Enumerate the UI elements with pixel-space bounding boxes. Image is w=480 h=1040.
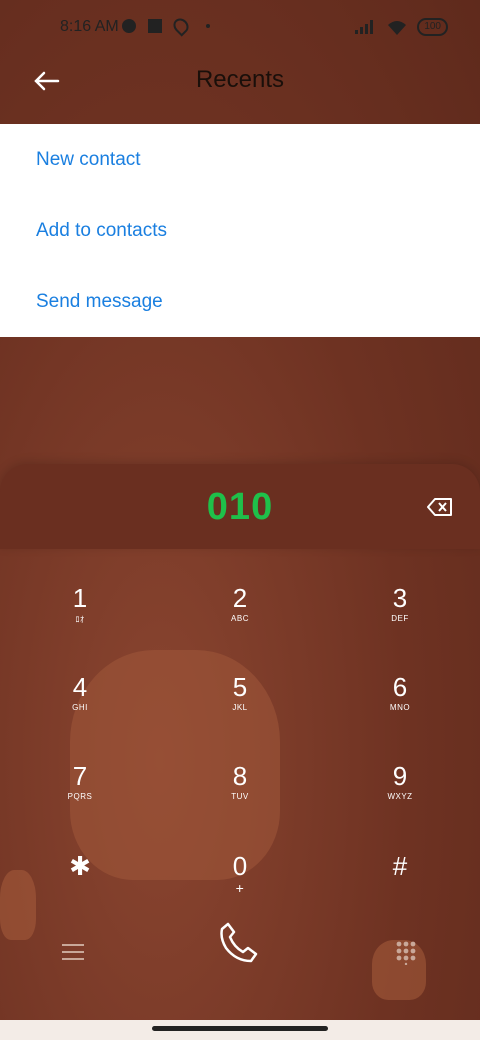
dot-icon: [206, 24, 210, 28]
key-star[interactable]: ✱: [20, 852, 140, 882]
dialpad-icon[interactable]: [396, 941, 416, 965]
page-title: Recents: [195, 66, 285, 93]
key-6[interactable]: 6 MNO: [340, 673, 460, 712]
location-icon: [170, 15, 192, 37]
key-8[interactable]: 8 TUV: [180, 762, 300, 801]
key-1[interactable]: 1 ﾛｵ: [20, 584, 140, 625]
stop-icon: [148, 19, 162, 33]
battery-indicator: 100: [417, 18, 448, 36]
status-right-icons: 100: [355, 18, 448, 36]
signal-icon: [355, 20, 374, 34]
status-time: 8:16 AM: [60, 18, 119, 35]
key-4[interactable]: 4 GHI: [20, 673, 140, 712]
home-indicator[interactable]: [152, 1026, 328, 1031]
status-left-icons: [122, 15, 210, 37]
menu-item-send-message[interactable]: Send message: [36, 291, 163, 313]
key-9[interactable]: 9 WXYZ: [340, 762, 460, 801]
call-icon[interactable]: [218, 920, 260, 964]
wifi-icon: [388, 21, 407, 35]
dialer-display: 010: [0, 464, 480, 549]
key-2[interactable]: 2 ABC: [180, 584, 300, 623]
backspace-icon[interactable]: [426, 496, 454, 518]
menu-item-add-to-contacts[interactable]: Add to contacts: [36, 220, 167, 242]
notification-icon: [122, 19, 136, 33]
context-menu: New contact Add to contacts Send message: [0, 124, 480, 337]
menu-item-new-contact[interactable]: New contact: [36, 149, 141, 171]
dialed-number: 010: [206, 486, 274, 528]
key-hash[interactable]: #: [340, 852, 460, 882]
key-7[interactable]: 7 PQRS: [20, 762, 140, 801]
key-5[interactable]: 5 JKL: [180, 673, 300, 712]
menu-icon[interactable]: [62, 943, 84, 961]
key-0[interactable]: 0 +: [180, 852, 300, 896]
status-bar: 8:16 AM 100: [0, 0, 480, 56]
key-3[interactable]: 3 DEF: [340, 584, 460, 623]
header: Recents: [0, 56, 480, 124]
